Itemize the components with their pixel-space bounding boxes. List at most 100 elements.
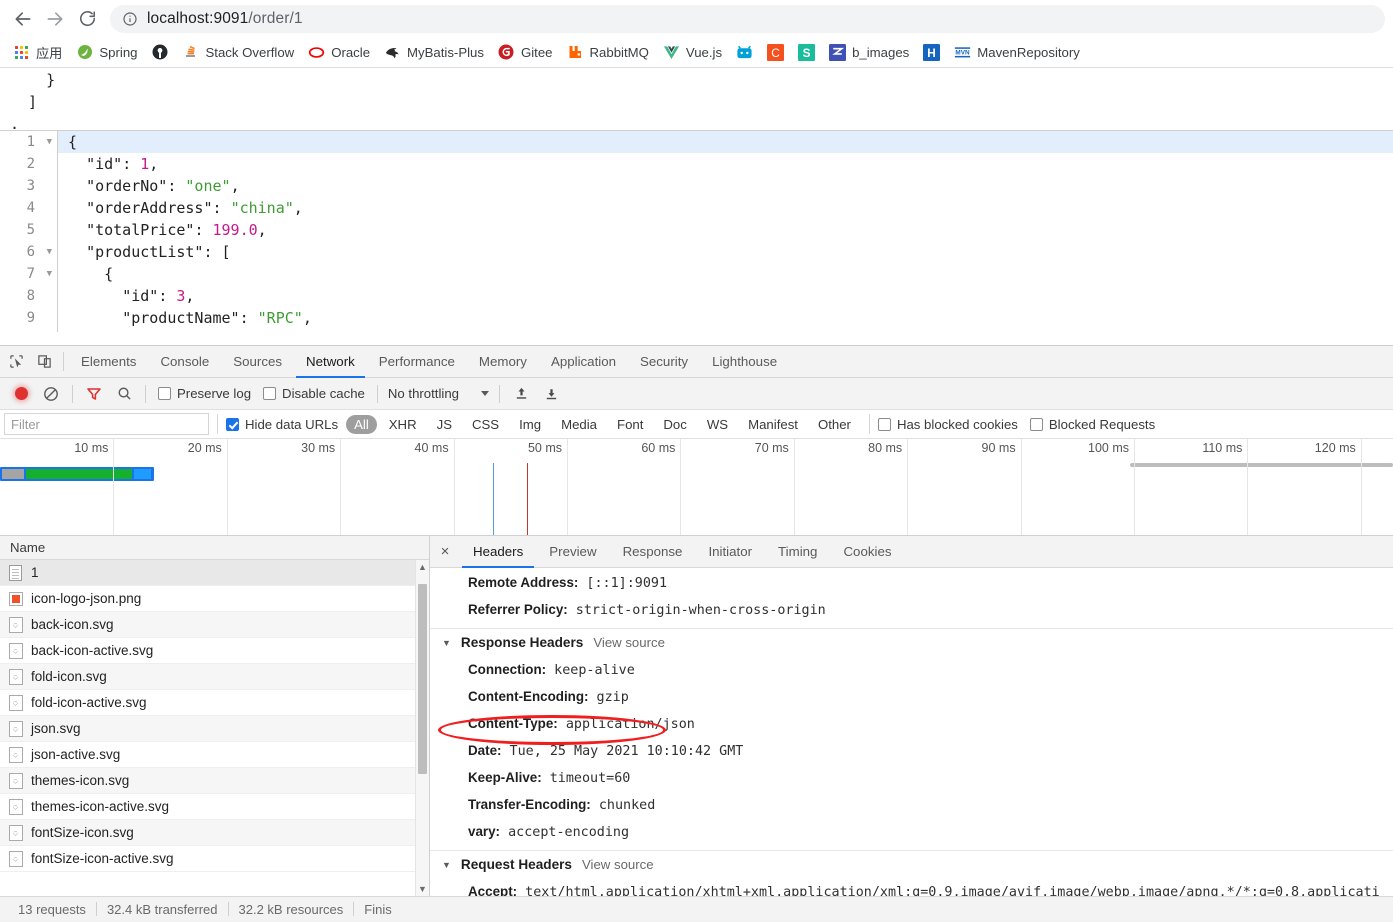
- throttling-select[interactable]: No throttling: [384, 386, 493, 401]
- filter-type-font[interactable]: Font: [609, 415, 651, 434]
- bookmark-label: MavenRepository: [977, 44, 1080, 60]
- bookmark-spring[interactable]: Spring: [69, 41, 144, 64]
- hide-data-urls-checkbox[interactable]: Hide data URLs: [226, 417, 344, 432]
- bookmark-b-images[interactable]: b_images: [822, 41, 916, 64]
- preserve-log-checkbox[interactable]: Preserve log: [152, 386, 257, 401]
- bookmark-gitee[interactable]: Gitee: [491, 41, 560, 64]
- filter-type-manifest[interactable]: Manifest: [740, 415, 806, 434]
- bookmark-c-letter[interactable]: C: [760, 41, 791, 64]
- network-overview-timeline[interactable]: 10 ms 20 ms 30 ms 40 ms 50 ms 60 ms 70 ms 80 ms…: [0, 439, 1393, 537]
- collapse-arrow-icon[interactable]: ▼: [442, 851, 451, 879]
- bookmark-github[interactable]: [145, 41, 176, 64]
- fold-arrow-icon[interactable]: ▼: [47, 241, 52, 263]
- details-tab-timing[interactable]: Timing: [765, 536, 830, 566]
- device-toolbar-icon[interactable]: [30, 346, 58, 377]
- tab-application[interactable]: Application: [539, 346, 628, 377]
- scroll-down-arrow-icon[interactable]: ▼: [416, 882, 429, 896]
- filter-type-doc[interactable]: Doc: [655, 415, 694, 434]
- back-button[interactable]: [8, 4, 38, 34]
- requests-scrollbar[interactable]: ▲ ▼: [415, 560, 429, 896]
- tab-memory[interactable]: Memory: [467, 346, 539, 377]
- filter-type-xhr[interactable]: XHR: [381, 415, 425, 434]
- import-har-button[interactable]: [506, 381, 536, 407]
- bookmark-mavenrepository[interactable]: MVN MavenRepository: [947, 41, 1087, 64]
- details-tab-initiator[interactable]: Initiator: [695, 536, 765, 566]
- bookmark-rabbitmq[interactable]: RabbitMQ: [560, 41, 656, 64]
- timeline-tick: 20 ms: [188, 439, 228, 536]
- page-info-icon[interactable]: [122, 11, 138, 27]
- has-blocked-cookies-checkbox[interactable]: Has blocked cookies: [877, 417, 1024, 432]
- tab-network[interactable]: Network: [294, 346, 367, 379]
- filter-type-all[interactable]: All: [346, 414, 377, 434]
- table-row[interactable]: ◌ themes-icon.svg: [0, 768, 429, 795]
- scrollbar-thumb[interactable]: [418, 584, 427, 775]
- tab-security[interactable]: Security: [628, 346, 700, 377]
- reload-button[interactable]: [72, 4, 102, 34]
- view-source-link[interactable]: View source: [582, 851, 654, 879]
- table-row[interactable]: ◌ fold-icon-active.svg: [0, 690, 429, 717]
- details-tab-cookies[interactable]: Cookies: [830, 536, 904, 566]
- table-row[interactable]: ◌ back-icon-active.svg: [0, 638, 429, 665]
- table-row[interactable]: ◌ fontSize-icon-active.svg: [0, 846, 429, 873]
- bookmark--[interactable]: 应用: [6, 40, 69, 65]
- dom-content-loaded-marker: [493, 463, 494, 536]
- table-row[interactable]: 1: [0, 560, 429, 587]
- filter-type-other[interactable]: Other: [810, 415, 859, 434]
- tab-elements[interactable]: Elements: [69, 346, 148, 377]
- collapse-arrow-icon[interactable]: ▼: [442, 629, 451, 657]
- tab-lighthouse[interactable]: Lighthouse: [700, 346, 789, 377]
- search-button[interactable]: [109, 381, 139, 407]
- requests-list[interactable]: 1 icon-logo-json.png ◌ back-icon.svg ◌ back-i…: [0, 560, 429, 896]
- table-row[interactable]: ◌ json.svg: [0, 716, 429, 743]
- timeline-tick-label: 90 ms: [981, 441, 1016, 456]
- section-title: Request Headers: [460, 856, 572, 872]
- details-tab-response[interactable]: Response: [610, 536, 696, 566]
- filter-type-media[interactable]: Media: [553, 415, 605, 434]
- table-row[interactable]: ◌ back-icon.svg: [0, 612, 429, 639]
- view-source-link[interactable]: View source: [593, 629, 665, 657]
- filter-type-css[interactable]: CSS: [464, 415, 507, 434]
- bookmark-vue-js[interactable]: Vue.js: [656, 41, 729, 64]
- fold-arrow-icon[interactable]: ▼: [47, 131, 52, 153]
- table-row[interactable]: ◌ json-active.svg: [0, 742, 429, 769]
- response-headers-section[interactable]: ▼ Response Headers View source: [430, 627, 1393, 657]
- table-row[interactable]: ◌ fontSize-icon.svg: [0, 820, 429, 847]
- scroll-up-arrow-icon[interactable]: ▲: [416, 560, 429, 574]
- filter-toggle-button[interactable]: [79, 381, 109, 407]
- bookmark-s-letter[interactable]: S: [791, 41, 822, 64]
- code-area[interactable]: { "id": 1, "orderNo": "one", "orderAddre…: [58, 131, 1393, 332]
- overview-scroll-indicator[interactable]: [1130, 463, 1393, 468]
- export-har-button[interactable]: [536, 381, 566, 407]
- fold-arrow-icon[interactable]: ▼: [47, 263, 52, 285]
- address-bar[interactable]: localhost:9091/order/1: [110, 4, 1385, 33]
- bookmark-stack-overflow[interactable]: Stack Overflow: [176, 41, 302, 64]
- bookmark-h-letter[interactable]: H: [916, 41, 947, 64]
- inspect-element-icon[interactable]: [2, 346, 30, 377]
- details-tab-headers[interactable]: Headers: [460, 536, 536, 568]
- svg-file-icon: ◌: [8, 668, 23, 685]
- filter-type-ws[interactable]: WS: [699, 415, 736, 434]
- table-row[interactable]: ◌ fold-icon.svg: [0, 664, 429, 691]
- request-name: themes-icon.svg: [31, 773, 130, 789]
- bookmark-mybatis-plus[interactable]: MyBatis-Plus: [377, 41, 491, 64]
- clear-button[interactable]: [36, 381, 66, 407]
- request-headers-section[interactable]: ▼ Request Headers View source: [430, 849, 1393, 879]
- close-details-icon[interactable]: ×: [430, 536, 460, 566]
- filter-input[interactable]: Filter: [4, 413, 209, 436]
- table-row[interactable]: ◌ themes-icon-active.svg: [0, 794, 429, 821]
- details-tab-preview[interactable]: Preview: [536, 536, 609, 566]
- tab-sources[interactable]: Sources: [221, 346, 294, 377]
- chevron-down-icon: [481, 391, 489, 397]
- disable-cache-checkbox[interactable]: Disable cache: [257, 386, 371, 401]
- bookmark-bilibili[interactable]: [729, 41, 760, 64]
- requests-column-header[interactable]: Name: [0, 536, 429, 561]
- forward-button[interactable]: [40, 4, 70, 34]
- blocked-requests-checkbox[interactable]: Blocked Requests: [1024, 417, 1161, 432]
- tab-performance[interactable]: Performance: [367, 346, 467, 377]
- filter-type-img[interactable]: Img: [511, 415, 549, 434]
- filter-type-js[interactable]: JS: [429, 415, 460, 434]
- table-row[interactable]: icon-logo-json.png: [0, 586, 429, 613]
- bookmark-oracle[interactable]: Oracle: [301, 41, 377, 64]
- tab-console[interactable]: Console: [148, 346, 221, 377]
- record-button[interactable]: [6, 381, 36, 407]
